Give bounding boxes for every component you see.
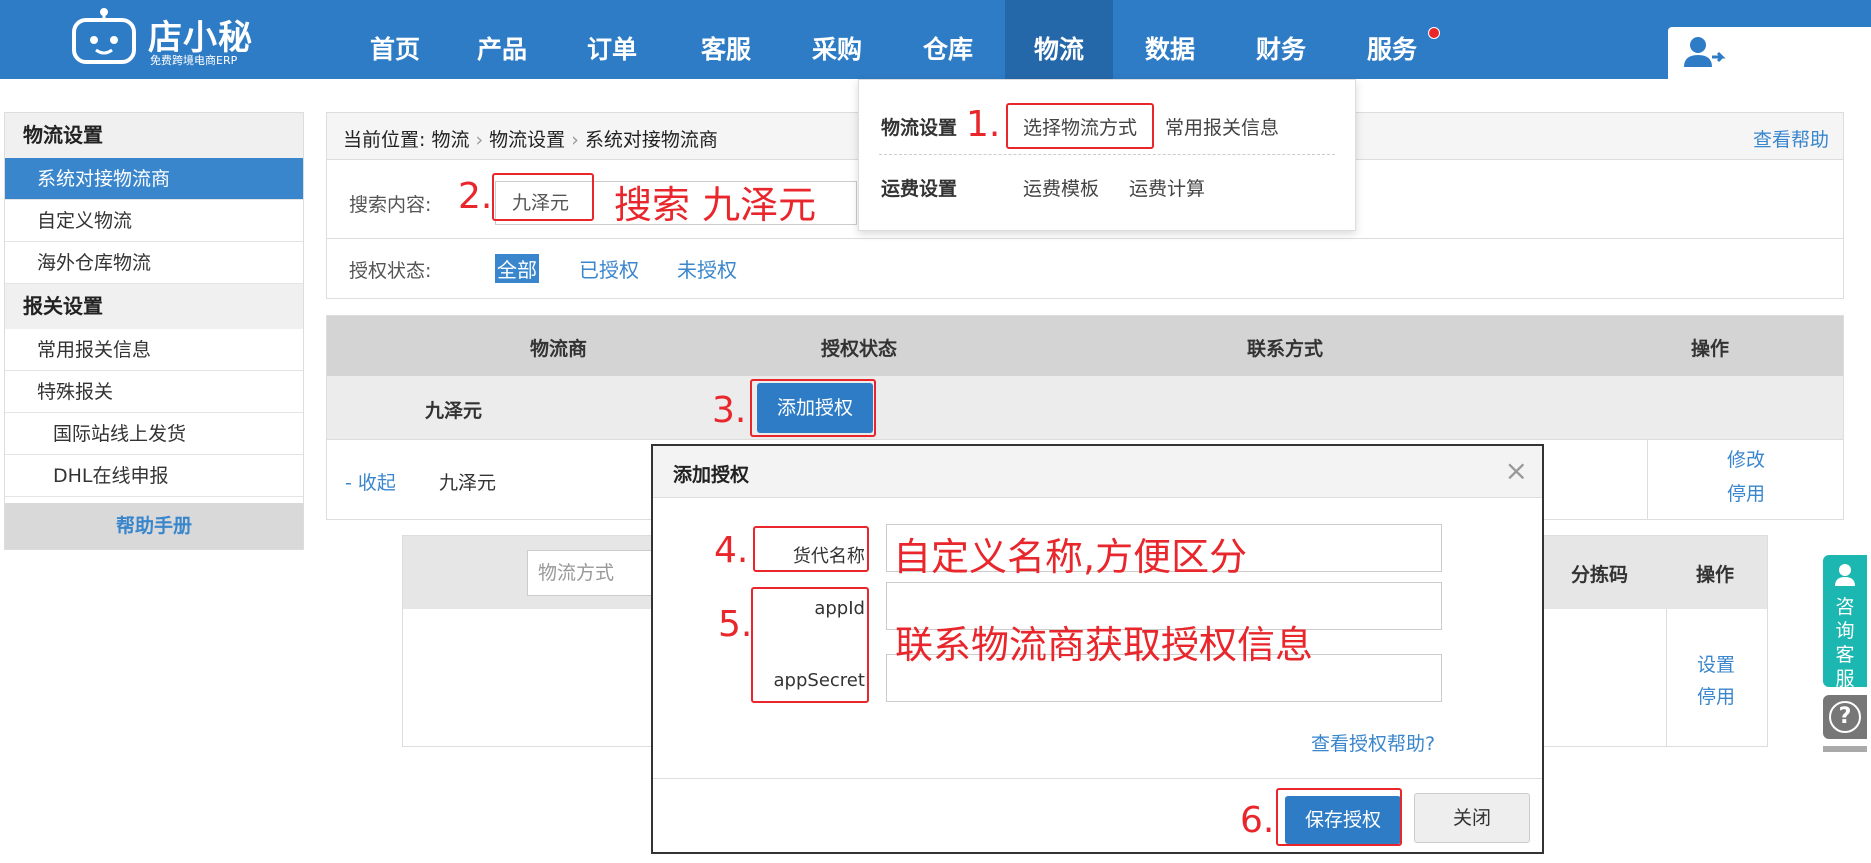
robot-logo-icon — [72, 8, 136, 64]
column-header-sort-code: 分拣码 — [1571, 564, 1629, 586]
nav-data[interactable]: 数据 — [1116, 0, 1224, 79]
chevron-right-icon: › — [571, 129, 579, 151]
divider — [879, 154, 1335, 155]
table-header: 物流商 授权状态 联系方式 操作 — [327, 316, 1843, 376]
annotation-box — [753, 526, 869, 572]
shipping-method-filter-input[interactable]: 物流方式 — [527, 550, 657, 596]
annotation-box — [750, 379, 876, 437]
chevron-right-icon: › — [475, 129, 484, 151]
auth-filter-authorized[interactable]: 已授权 — [577, 254, 641, 283]
search-label: 搜索内容: — [349, 194, 432, 216]
divider — [327, 238, 1843, 239]
annotation-step-5: 5. — [718, 604, 753, 645]
sidebar-section-customs: 报关设置 — [5, 284, 303, 329]
view-help-link[interactable]: 查看帮助 — [1753, 125, 1829, 152]
sidebar-item-intl-shipping[interactable]: 国际站线上发货 — [5, 413, 303, 455]
table-row — [327, 376, 1843, 439]
sidebar: 物流设置 系统对接物流商 自定义物流 海外仓库物流 报关设置 常用报关信息 特殊… — [4, 112, 304, 550]
divider — [1666, 609, 1667, 746]
sidebar-item-special-customs[interactable]: 特殊报关 — [5, 371, 303, 413]
auth-filter-all[interactable]: 全部 — [495, 254, 539, 283]
column-header-actions: 操作 — [1691, 338, 1730, 360]
sidebar-item-custom-logistics[interactable]: 自定义物流 — [5, 200, 303, 242]
carrier-name: 九泽元 — [425, 400, 483, 422]
annotation-search-hint: 搜索 九泽元 — [614, 183, 817, 227]
sidebar-section-logistics: 物流设置 — [5, 113, 303, 158]
settings-link[interactable]: 设置 — [1665, 650, 1767, 677]
help-manual-button[interactable]: 帮助手册 — [5, 503, 303, 549]
logistics-dropdown-menu: 物流设置 选择物流方式 常用报关信息 运费设置 运费模板 运费计算 — [858, 79, 1356, 231]
edit-link[interactable]: 修改 — [1648, 445, 1844, 472]
annotation-box — [1006, 103, 1154, 149]
sidebar-item-dhl-declaration[interactable]: DHL在线申报 — [5, 455, 303, 497]
sidebar-item-overseas-warehouse[interactable]: 海外仓库物流 — [5, 242, 303, 284]
dialog-title: 添加授权 — [673, 464, 750, 486]
annotation-step-1: 1. — [966, 104, 1001, 145]
customer-service-label: 咨询客服 — [1835, 596, 1855, 690]
sidebar-item-system-carriers[interactable]: 系统对接物流商 — [5, 158, 303, 200]
annotation-step-6: 6. — [1240, 800, 1275, 841]
nav-products[interactable]: 产品 — [448, 0, 556, 79]
annotation-name-hint: 自定义名称,方便区分 — [893, 535, 1248, 579]
nav-purchase[interactable]: 采购 — [783, 0, 891, 79]
disable-link[interactable]: 停用 — [1648, 479, 1844, 506]
nav-logistics[interactable]: 物流 — [1005, 0, 1113, 79]
customer-service-widget[interactable]: 咨询客服 — [1823, 555, 1867, 690]
sidebar-item-customs-info[interactable]: 常用报关信息 — [5, 329, 303, 371]
widget-edge — [1823, 746, 1867, 752]
person-icon — [1835, 564, 1855, 586]
carrier-subrow-name: 九泽元 — [439, 472, 497, 494]
disable-link[interactable]: 停用 — [1665, 682, 1767, 709]
breadcrumb-item-logistics[interactable]: 物流 — [431, 129, 469, 151]
auth-filter-unauthorized[interactable]: 未授权 — [675, 254, 739, 283]
authorization-help-link[interactable]: 查看授权帮助? — [1311, 729, 1435, 756]
menu-item-freight-calculator[interactable]: 运费计算 — [1129, 174, 1205, 201]
breadcrumb-item-settings[interactable]: 物流设置 — [489, 129, 565, 151]
user-add-icon — [1684, 37, 1726, 67]
row-actions: 修改 停用 — [1647, 439, 1843, 519]
collapse-link[interactable]: - 收起 — [345, 468, 396, 495]
column-header-contact: 联系方式 — [1247, 338, 1324, 360]
annotation-box — [751, 587, 869, 703]
auth-status-label: 授权状态: — [349, 260, 432, 282]
close-button[interactable]: 关闭 — [1414, 793, 1530, 843]
dropdown-category-logistics-settings: 物流设置 — [881, 117, 958, 139]
logo-tagline: 免费跨境电商ERP — [150, 54, 238, 67]
top-navbar: 店小秘 免费跨境电商ERP 首页 产品 订单 客服 采购 仓库 物流 数据 财务… — [0, 0, 1871, 79]
question-icon: ? — [1829, 701, 1861, 733]
menu-item-customs-info[interactable]: 常用报关信息 — [1165, 113, 1279, 140]
user-menu[interactable] — [1668, 27, 1871, 79]
annotation-auth-hint: 联系物流商获取授权信息 — [895, 623, 1314, 667]
menu-item-freight-template[interactable]: 运费模板 — [1023, 174, 1099, 201]
column-header-actions: 操作 — [1696, 564, 1735, 586]
column-header-auth-status: 授权状态 — [821, 338, 898, 360]
breadcrumb-prefix: 当前位置: — [343, 129, 426, 151]
nav-home[interactable]: 首页 — [341, 0, 449, 79]
column-header-carrier: 物流商 — [530, 338, 588, 360]
annotation-box — [492, 173, 594, 221]
breadcrumb: 当前位置: 物流 › 物流设置 › 系统对接物流商 — [343, 125, 718, 152]
close-icon[interactable]: × — [1505, 454, 1528, 487]
nav-warehouse[interactable]: 仓库 — [894, 0, 1002, 79]
breadcrumb-item-current: 系统对接物流商 — [584, 129, 718, 151]
annotation-step-4: 4. — [714, 530, 749, 571]
annotation-step-3: 3. — [712, 390, 747, 431]
dialog-header: 添加授权 × — [653, 446, 1542, 498]
annotation-box — [1276, 788, 1402, 846]
help-widget[interactable]: ? — [1823, 695, 1867, 739]
annotation-step-2: 2. — [458, 176, 493, 217]
nav-customer-service[interactable]: 客服 — [672, 0, 780, 79]
notification-dot — [1428, 27, 1440, 39]
nav-services[interactable]: 服务 — [1338, 0, 1446, 79]
nav-orders[interactable]: 订单 — [558, 0, 666, 79]
divider — [653, 778, 1542, 779]
dropdown-category-freight-settings: 运费设置 — [881, 178, 958, 200]
nav-finance[interactable]: 财务 — [1227, 0, 1335, 79]
